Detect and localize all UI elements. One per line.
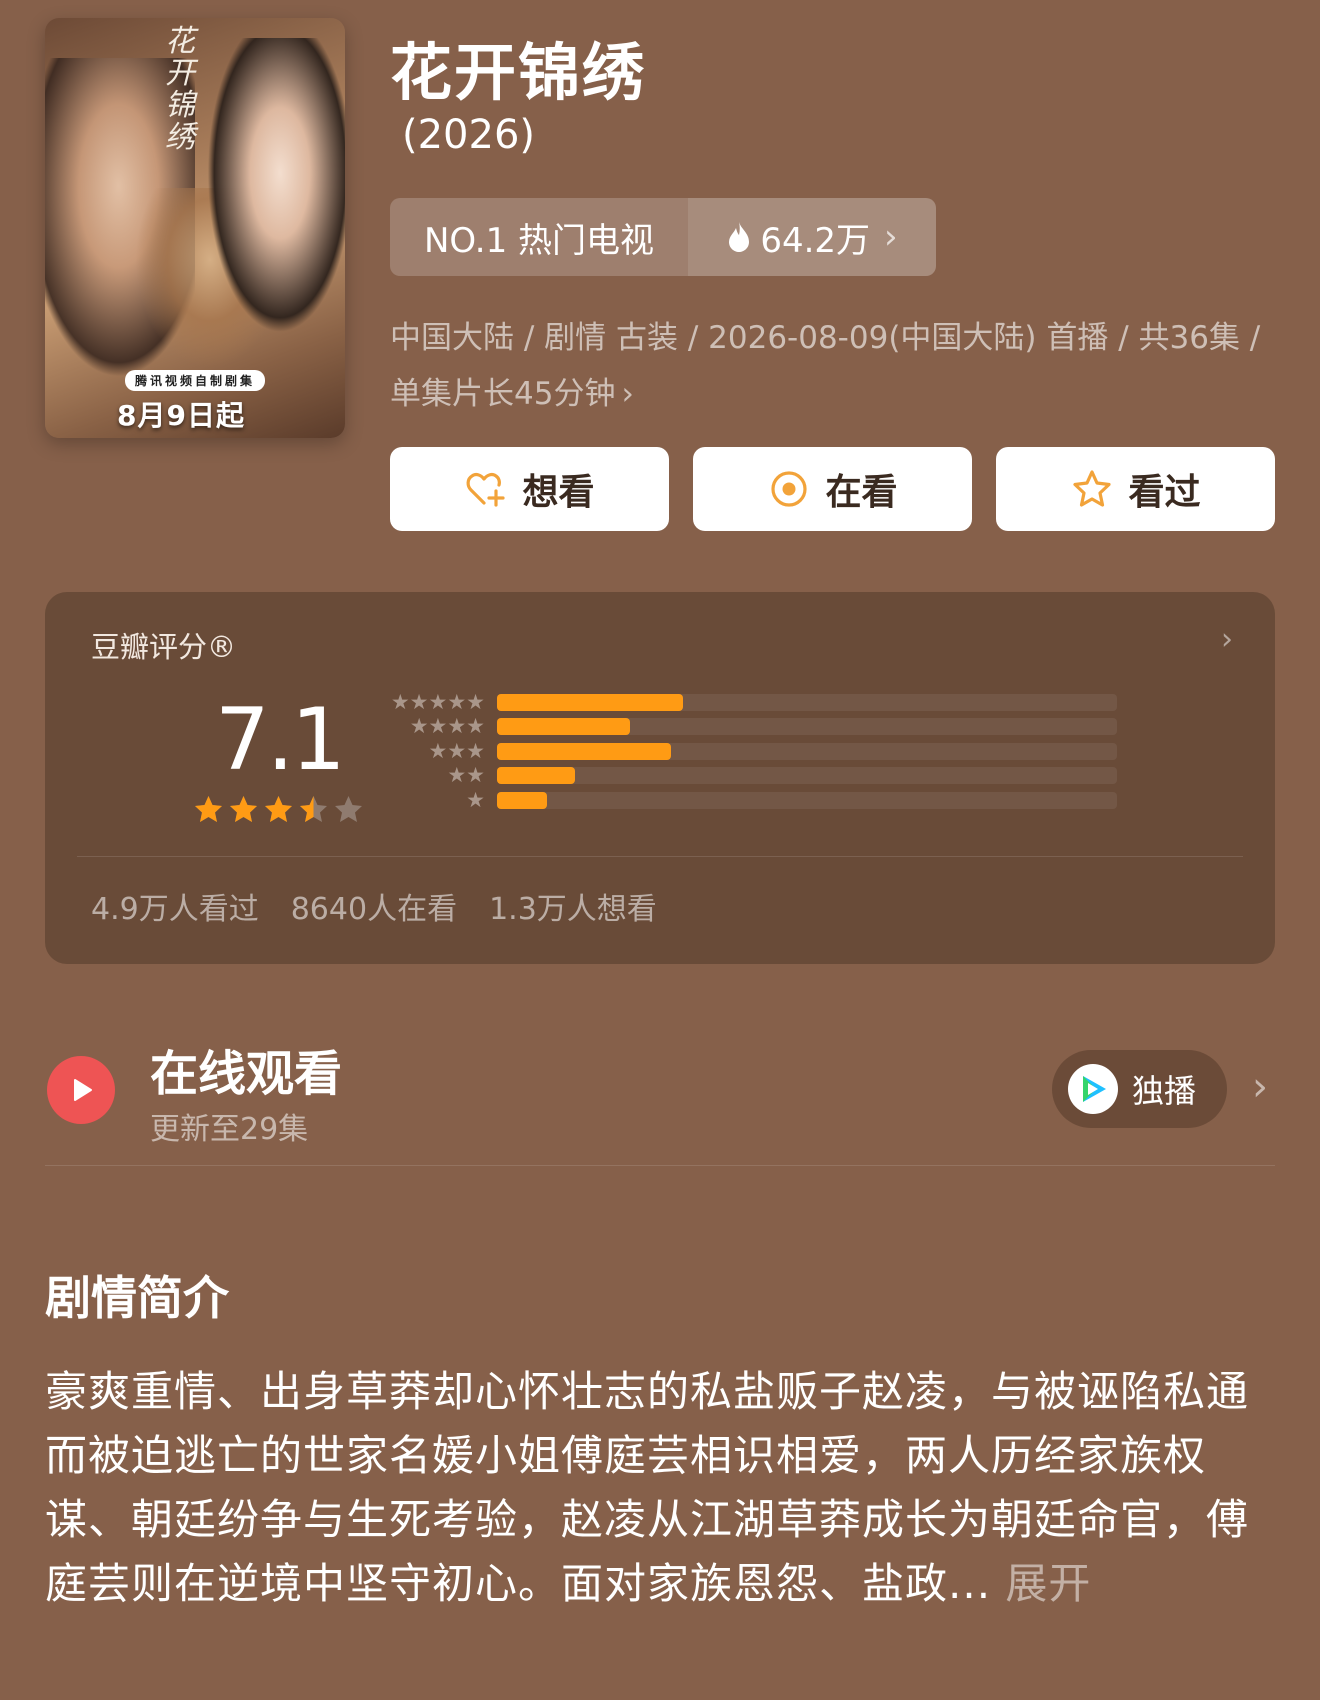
want-to-watch-button[interactable]: 想看	[390, 447, 669, 531]
row-stars-icon: ★★	[447, 763, 485, 787]
rank-bar[interactable]: NO.1 热门电视 64.2万 ›	[390, 198, 936, 276]
watch-subtitle: 更新至29集	[150, 1112, 309, 1147]
watch-title[interactable]: 在线观看	[150, 1034, 342, 1104]
play-icon[interactable]	[47, 1056, 115, 1124]
chevron-right-icon: ›	[884, 217, 898, 257]
rating-counts: 4.9万人看过 8640人在看 1.3万人想看	[91, 884, 657, 928]
row-stars-icon: ★★★★	[409, 714, 485, 738]
want-to-watch-label: 想看	[522, 472, 595, 513]
distribution-bar	[497, 791, 547, 809]
meta-text: 中国大陆 / 剧情 古装 / 2026-08-09(中国大陆) 首播 / 共36…	[390, 320, 1261, 412]
exclusive-label: 独播	[1132, 1072, 1197, 1110]
rating-card[interactable]: 豆瓣评分® › 7.1 ★★★★★ ★★★★ ★★★ ★★ ★ 4.9万人看过 8640…	[45, 592, 1275, 964]
rating-label: 豆瓣评分®	[91, 630, 237, 664]
tencent-video-logo-icon	[1068, 1064, 1118, 1114]
heart-plus-icon	[467, 472, 506, 507]
distribution-bar	[497, 742, 671, 760]
chevron-right-icon[interactable]: ›	[1221, 622, 1233, 657]
rating-star-icon	[230, 796, 257, 822]
watched-count[interactable]: 4.9万人看过	[91, 884, 259, 928]
rating-star-icon	[335, 796, 362, 822]
poster-date: 8月9日起	[117, 399, 245, 432]
action-buttons: 想看 在看 看过	[390, 447, 1275, 531]
synopsis-body: 豪爽重情、出身草莽却心怀壮志的私盐贩子赵凌，与被诬陷私通而被迫逃亡的世家名媛小姐…	[45, 1360, 1260, 1616]
distribution-track	[497, 718, 1117, 735]
row-stars-icon: ★★★★★	[390, 689, 485, 714]
heat-count: 64.2万 ›	[688, 198, 936, 276]
heat-value: 64.2万	[760, 220, 871, 261]
page-title: 花开锦绣	[390, 36, 647, 109]
watched-button[interactable]: 看过	[996, 447, 1275, 531]
chevron-right-icon: ›	[621, 376, 634, 412]
rating-star-icon	[300, 796, 327, 822]
rating-star-icon	[265, 796, 292, 822]
release-year: (2026)	[402, 112, 536, 158]
row-stars-icon: ★	[466, 787, 485, 812]
distribution-bar	[497, 693, 683, 711]
rating-star-icon	[195, 796, 222, 822]
distribution-row: ★★★★★	[385, 690, 1175, 714]
distribution-row: ★★	[385, 764, 1175, 788]
rating-distribution: ★★★★★ ★★★★ ★★★ ★★ ★	[385, 690, 1175, 813]
chevron-right-icon[interactable]: ›	[1252, 1064, 1268, 1110]
distribution-bar	[497, 767, 575, 784]
exclusive-badge[interactable]: 独播	[1052, 1050, 1227, 1128]
poster-image[interactable]: 花开锦绣 腾讯视频自制剧集 8月9日起	[45, 18, 345, 438]
expand-link[interactable]: 展开	[1005, 1559, 1091, 1608]
poster-figure-right	[205, 38, 345, 338]
distribution-track	[497, 742, 1117, 760]
play-triangle-icon	[74, 1079, 92, 1101]
rating-stars	[193, 794, 364, 825]
distribution-row: ★★★	[385, 739, 1175, 763]
target-icon	[771, 471, 808, 507]
row-stars-icon: ★★★	[428, 738, 485, 763]
divider	[77, 856, 1243, 857]
watching-label: 在看	[825, 472, 898, 513]
want-count[interactable]: 1.3万人想看	[489, 884, 657, 928]
flame-icon	[729, 222, 750, 252]
distribution-track	[497, 791, 1117, 809]
watching-count[interactable]: 8640人在看	[291, 884, 457, 928]
divider	[45, 1165, 1275, 1166]
watching-button[interactable]: 在看	[693, 447, 972, 531]
distribution-track	[497, 693, 1117, 711]
watched-label: 看过	[1128, 472, 1201, 513]
poster-calligraphy: 花开锦绣	[165, 24, 197, 155]
poster-badge: 腾讯视频自制剧集	[125, 370, 266, 391]
rating-score: 7.1	[215, 690, 346, 790]
star-outline-icon	[1073, 470, 1112, 507]
distribution-track	[497, 767, 1117, 784]
distribution-row: ★★★★	[385, 715, 1175, 739]
distribution-row: ★	[385, 788, 1175, 812]
distribution-bar	[497, 718, 631, 735]
synopsis-title: 剧情简介	[45, 1271, 229, 1325]
rank-label: NO.1 热门电视	[390, 198, 688, 276]
meta-info[interactable]: 中国大陆 / 剧情 古装 / 2026-08-09(中国大陆) 首播 / 共36…	[390, 310, 1270, 422]
